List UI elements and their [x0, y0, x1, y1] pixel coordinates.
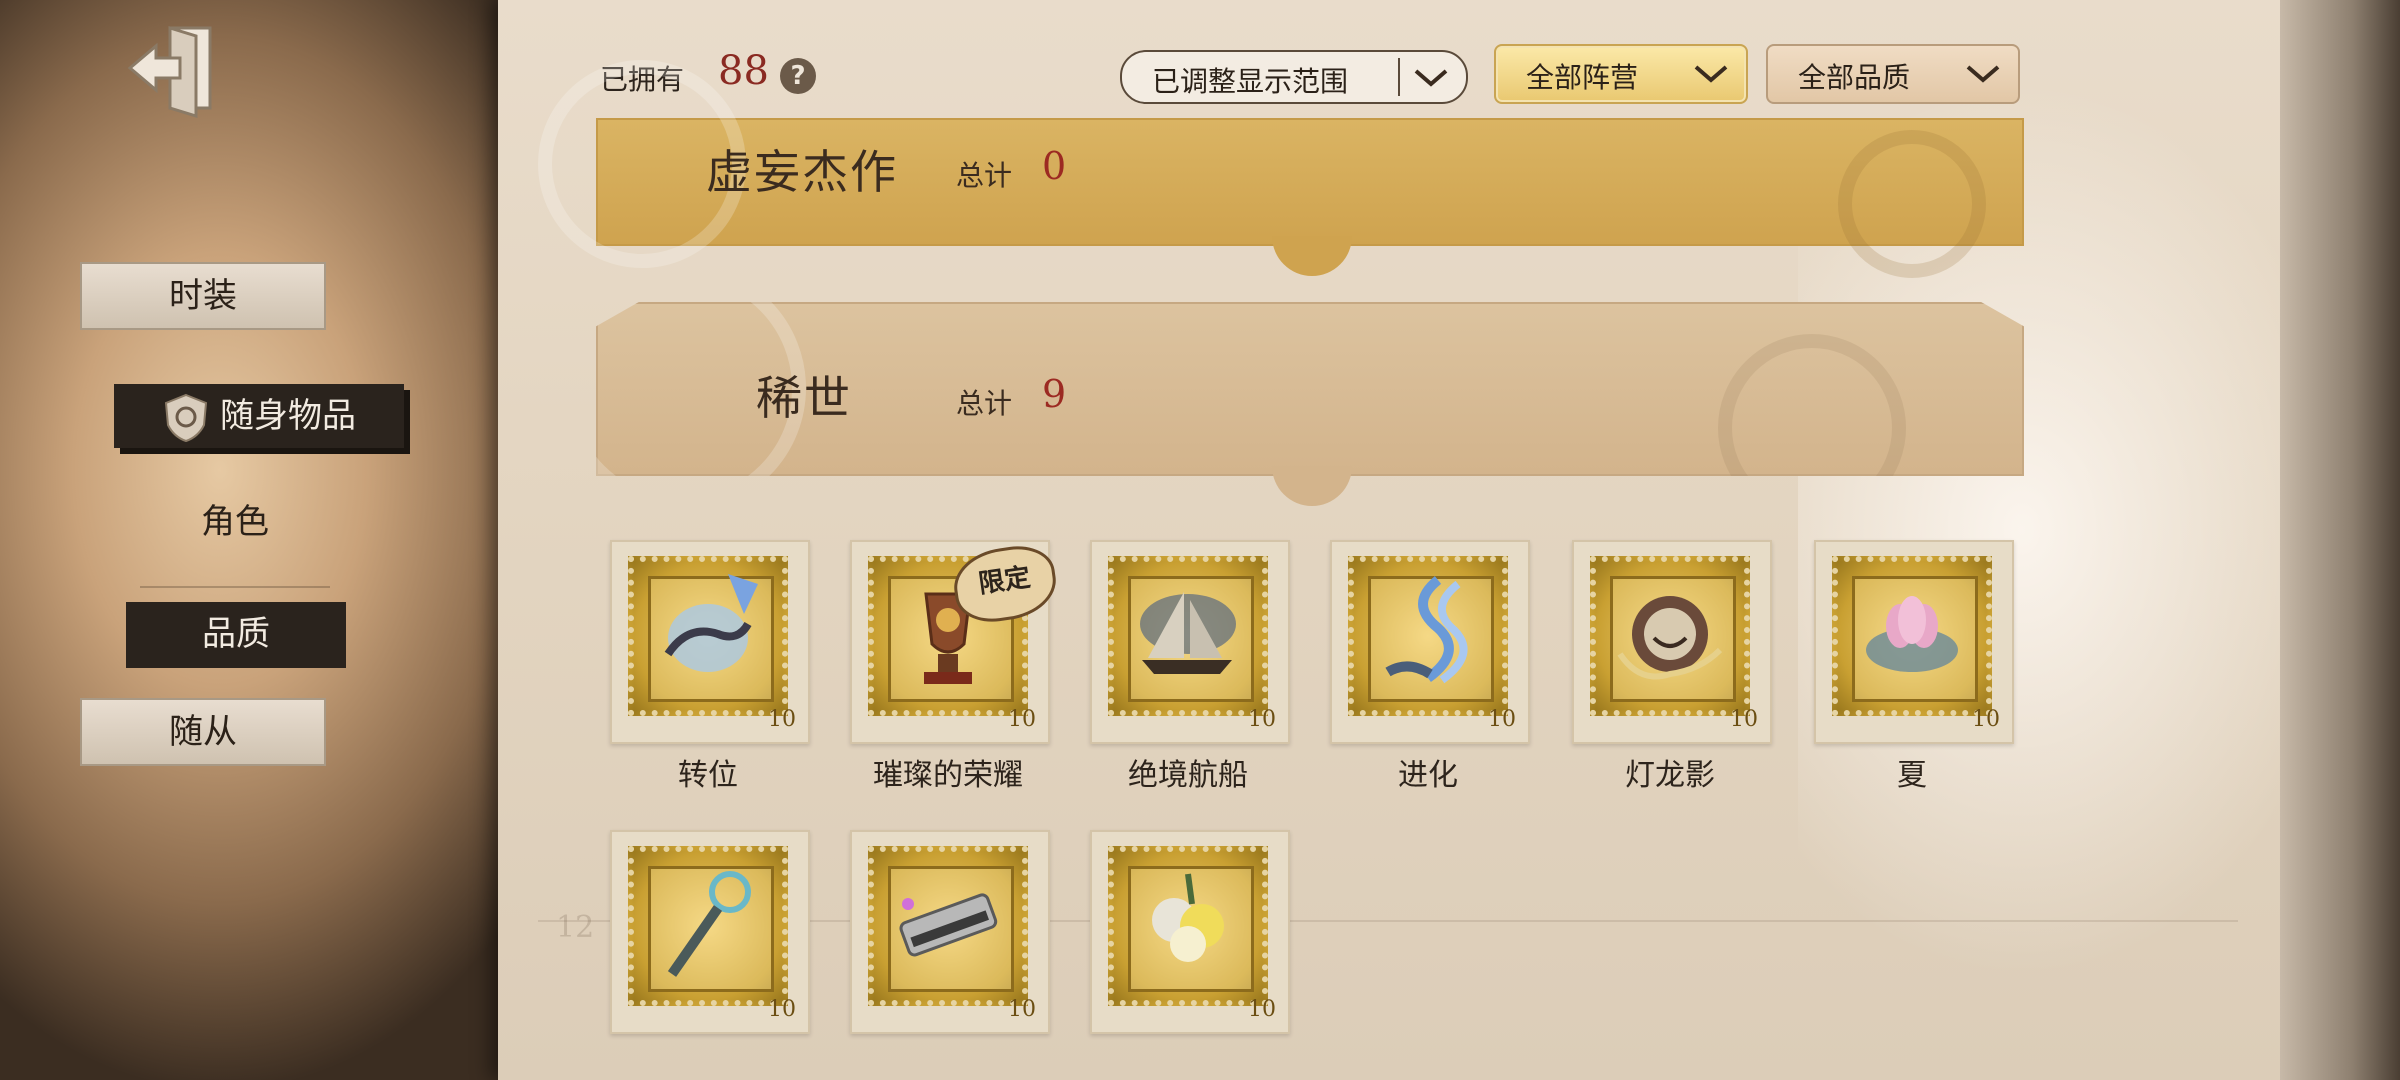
exit-icon [127, 25, 212, 119]
menu-item-outfits[interactable]: 时装 [80, 262, 326, 330]
section-banner-rare[interactable]: 稀世 总计 9 [596, 302, 2024, 476]
lotus-icon [1866, 596, 1958, 672]
item-value: 10 [1008, 707, 1036, 732]
item-value: 10 [1008, 997, 1036, 1022]
faction-dropdown[interactable]: 全部阵营 [1494, 44, 1748, 104]
item-value: 10 [1730, 707, 1758, 732]
ship-icon [1140, 592, 1236, 674]
item-name: 绝境航船 [1128, 758, 1248, 793]
menu-item-label: 随从 [169, 712, 237, 752]
item-value: 10 [768, 707, 796, 732]
owned-count: 88 [718, 48, 769, 94]
dropdown-label: 全部品质 [1798, 61, 1911, 94]
item-value: 10 [1972, 707, 2000, 732]
menu-item-label: 角色 [201, 502, 269, 542]
section-total-label: 总计 [956, 387, 1013, 420]
item-card-desperate-ship[interactable]: 10 [1090, 540, 1290, 744]
section-title: 虚妄杰作 [706, 145, 898, 199]
item-card-evolution[interactable]: 10 [1330, 540, 1530, 744]
item-card-staff[interactable]: 10 [610, 830, 810, 1034]
banner-decoration [1838, 130, 1986, 278]
menu-item-accessories[interactable]: 随身物品 [114, 384, 404, 448]
section-count: 0 [1042, 144, 1067, 188]
item-name: 夏 [1897, 758, 1927, 793]
item-name: 转位 [678, 758, 738, 793]
item-card-transposition[interactable]: 10 [610, 540, 810, 744]
item-name: 灯龙影 [1625, 758, 1715, 793]
menu-divider [140, 586, 330, 588]
item-card-harmonica[interactable]: 10 [850, 830, 1050, 1034]
chevron-down-icon [1694, 65, 1728, 83]
menu-item-label: 时装 [169, 276, 237, 316]
right-page-edge [2280, 0, 2400, 1080]
item-card-bouquet[interactable]: 10 [1090, 830, 1290, 1034]
menu-item-character[interactable]: 角色 [140, 490, 330, 554]
item-card-summer[interactable]: 10 [1814, 540, 2014, 744]
section-title: 稀世 [756, 371, 852, 425]
menu-item-label: 随身物品 [220, 396, 356, 436]
item-name: 进化 [1398, 758, 1458, 793]
flower-bouquet-icon [1152, 873, 1224, 962]
page-decoration-number: 12 [556, 910, 595, 945]
dropdown-separator [1398, 58, 1400, 96]
section-banner-masterpiece[interactable]: 虚妄杰作 总计 0 [538, 60, 2024, 278]
item-value: 10 [768, 997, 796, 1022]
quality-dropdown[interactable]: 全部品质 [1766, 44, 2020, 104]
dragon-lantern-icon [1617, 596, 1723, 680]
display-range-dropdown[interactable]: 已调整显示范围 [1120, 50, 1468, 104]
exit-button[interactable] [126, 20, 226, 120]
staff-icon [667, 871, 751, 977]
section-count: 9 [1042, 372, 1067, 416]
harmonica-icon [899, 893, 998, 957]
item-card-lantern-dragon[interactable]: 10 [1572, 540, 1772, 744]
item-name: 璀璨的荣耀 [873, 758, 1023, 793]
chevron-down-icon [1966, 65, 2000, 83]
dropdown-label: 已调整显示范围 [1152, 65, 1349, 98]
item-value: 10 [1488, 707, 1516, 732]
menu-item-quality[interactable]: 品质 [126, 602, 346, 668]
menu-item-followers[interactable]: 随从 [80, 698, 326, 766]
dropdown-label: 全部阵营 [1526, 61, 1639, 94]
item-value: 10 [1248, 707, 1276, 732]
gauntlet-icon [664, 574, 758, 672]
item-value: 10 [1248, 997, 1276, 1022]
section-total-label: 总计 [956, 159, 1013, 192]
shield-icon [164, 393, 208, 442]
chevron-down-icon [1414, 69, 1448, 87]
item-card-brilliant-glory[interactable]: 10 限定 [850, 540, 1061, 744]
dna-icon [1385, 576, 1468, 684]
help-icon[interactable]: ? [780, 58, 816, 94]
menu-item-label: 品质 [202, 614, 270, 654]
